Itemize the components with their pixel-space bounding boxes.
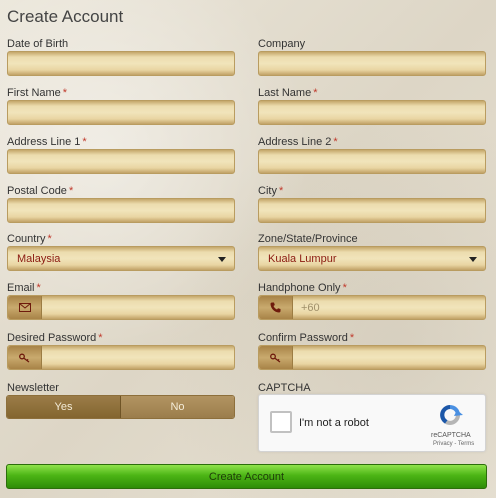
dob-input[interactable] (7, 51, 235, 76)
chevron-down-icon (469, 257, 477, 262)
address1-input[interactable] (7, 149, 235, 174)
handphone-label: Handphone Only * (258, 282, 347, 294)
recaptcha-widget: I'm not a robot reCAPTCHA Privacy - Term… (258, 394, 486, 452)
postal-code-label: Postal Code * (7, 185, 74, 197)
zone-label: Zone/State/Province (258, 233, 358, 245)
zone-value: Kuala Lumpur (268, 253, 337, 265)
last-name-label: Last Name * (258, 87, 318, 99)
dob-label: Date of Birth (7, 38, 69, 50)
envelope-icon (8, 296, 42, 319)
recaptcha-logo-icon (437, 403, 463, 427)
create-account-button[interactable]: Create Account (6, 464, 487, 489)
city-input[interactable] (258, 198, 486, 223)
newsletter-no-option[interactable]: No (121, 396, 234, 418)
key-icon (8, 346, 42, 369)
address2-input[interactable] (258, 149, 486, 174)
postal-code-input[interactable] (7, 198, 235, 223)
recaptcha-brand: reCAPTCHA (431, 432, 471, 439)
password-input[interactable] (7, 345, 235, 370)
newsletter-label: Newsletter (7, 382, 59, 394)
recaptcha-text: I'm not a robot (299, 417, 369, 429)
company-label: Company (258, 38, 306, 50)
last-name-input[interactable] (258, 100, 486, 125)
password-label: Desired Password * (7, 332, 103, 344)
address1-label: Address Line 1 * (7, 136, 87, 148)
email-input[interactable] (7, 295, 235, 320)
email-label: Email * (7, 282, 41, 294)
city-label: City * (258, 185, 284, 197)
chevron-down-icon (218, 257, 226, 262)
handphone-input[interactable]: +60 (258, 295, 486, 320)
phone-icon (259, 296, 293, 319)
captcha-label: CAPTCHA (258, 382, 311, 394)
newsletter-yes-option[interactable]: Yes (7, 396, 121, 418)
zone-select[interactable]: Kuala Lumpur (258, 246, 486, 271)
key-icon (259, 346, 293, 369)
recaptcha-terms[interactable]: Privacy - Terms (433, 441, 474, 447)
confirm-password-input[interactable] (258, 345, 486, 370)
confirm-password-label: Confirm Password * (258, 332, 355, 344)
page-title: Create Account (7, 7, 124, 26)
country-select[interactable]: Malaysia (7, 246, 235, 271)
country-label: Country * (7, 233, 52, 245)
first-name-label: First Name * (7, 87, 68, 99)
company-input[interactable] (258, 51, 486, 76)
newsletter-toggle[interactable]: Yes No (6, 395, 235, 419)
country-value: Malaysia (17, 253, 61, 265)
first-name-input[interactable] (7, 100, 235, 125)
address2-label: Address Line 2 * (258, 136, 338, 148)
recaptcha-checkbox[interactable] (270, 411, 292, 433)
handphone-placeholder: +60 (301, 302, 320, 314)
